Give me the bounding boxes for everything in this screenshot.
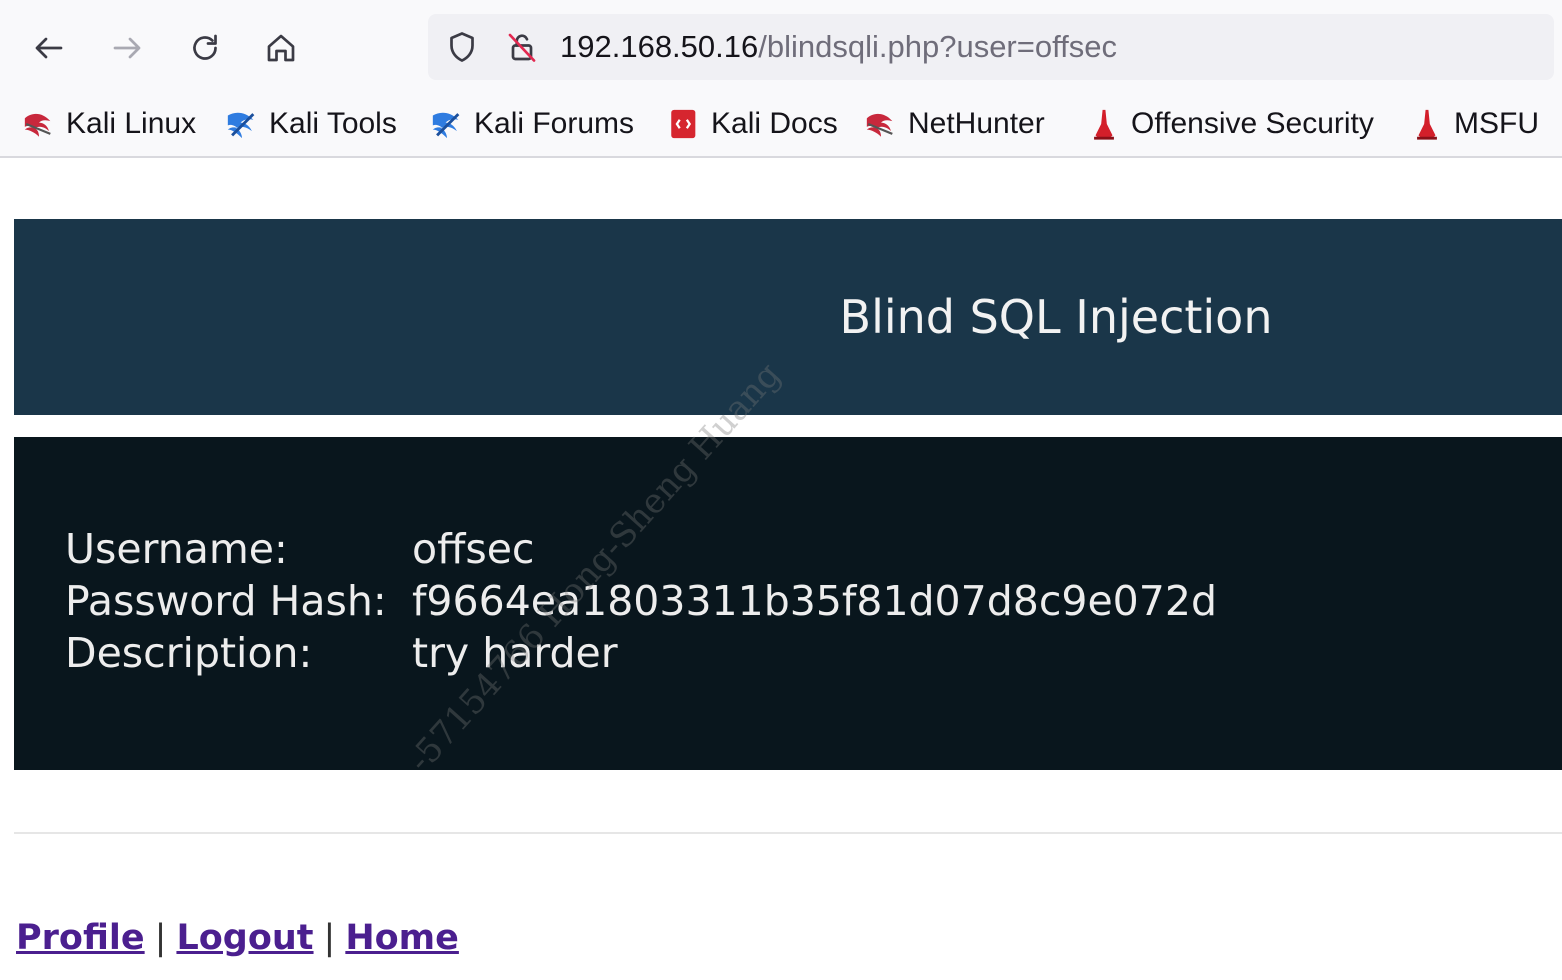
shield-icon[interactable] bbox=[444, 29, 480, 65]
url-text[interactable]: 192.168.50.16/blindsqli.php?user=offsec bbox=[560, 14, 1117, 80]
page-header-banner: Blind SQL Injection bbox=[14, 219, 1562, 415]
kali-docs-icon bbox=[671, 109, 696, 139]
url-host: 192.168.50.16 bbox=[560, 29, 759, 64]
description-value: try harder bbox=[412, 629, 618, 677]
footer-nav: Profile | Logout | Home bbox=[16, 918, 459, 970]
home-link[interactable]: Home bbox=[345, 918, 459, 958]
address-bar[interactable]: 192.168.50.16/blindsqli.php?user=offsec bbox=[428, 14, 1554, 80]
bookmark-kali-linux[interactable]: Kali Linux bbox=[22, 104, 196, 144]
bookmark-label: MSFU bbox=[1454, 107, 1539, 140]
page-title: Blind SQL Injection bbox=[839, 290, 1273, 344]
user-info-panel: Username: offsec Password Hash: f9664ea1… bbox=[14, 437, 1562, 770]
bookmark-kali-tools[interactable]: Kali Tools bbox=[225, 104, 397, 144]
insecure-lock-icon[interactable] bbox=[504, 29, 540, 65]
url-path: /blindsqli.php?user=offsec bbox=[758, 29, 1118, 64]
reload-icon bbox=[193, 34, 217, 60]
password-hash-value: f9664ea1803311b35f81d07d8c9e072d bbox=[412, 577, 1217, 625]
browser-toolbar: 192.168.50.16/blindsqli.php?user=offsec bbox=[0, 0, 1562, 90]
bookmark-label: Kali Forums bbox=[474, 107, 635, 140]
bookmark-label: Kali Docs bbox=[711, 107, 838, 140]
username-label: Username: bbox=[65, 525, 288, 573]
bookmark-msfu[interactable]: MSFU bbox=[1410, 104, 1539, 144]
bookmark-offensive-security[interactable]: Offensive Security bbox=[1087, 104, 1374, 144]
username-value: offsec bbox=[412, 525, 535, 573]
kali-tools-icon bbox=[227, 112, 255, 139]
divider bbox=[14, 832, 1562, 834]
arrow-left-icon bbox=[35, 37, 63, 59]
offsec-icon bbox=[1094, 109, 1114, 140]
bookmark-label: NetHunter bbox=[908, 107, 1045, 140]
arrow-right-icon bbox=[113, 37, 141, 59]
bookmark-label: Kali Tools bbox=[269, 107, 397, 140]
bookmark-kali-docs[interactable]: Kali Docs bbox=[667, 104, 838, 144]
logout-link[interactable]: Logout bbox=[176, 918, 313, 958]
link-separator: | bbox=[323, 918, 336, 958]
bookmark-kali-forums[interactable]: Kali Forums bbox=[430, 104, 634, 144]
bookmark-nethunter[interactable]: NetHunter bbox=[864, 104, 1045, 144]
kali-dragon-icon bbox=[24, 113, 51, 137]
profile-link[interactable]: Profile bbox=[16, 918, 145, 958]
description-label: Description: bbox=[65, 629, 313, 677]
reload-button[interactable] bbox=[180, 23, 230, 73]
kali-dragon-icon bbox=[866, 113, 893, 137]
bookmarks-toolbar: Kali Linux Kali Tools Kali Forums Kali D… bbox=[0, 90, 1562, 158]
offsec-icon bbox=[1417, 109, 1437, 140]
forward-button[interactable] bbox=[102, 23, 152, 73]
home-icon bbox=[267, 34, 295, 62]
link-separator: | bbox=[154, 918, 167, 958]
bookmark-label: Kali Linux bbox=[66, 107, 197, 140]
bookmark-label: Offensive Security bbox=[1131, 107, 1374, 140]
home-button[interactable] bbox=[256, 23, 306, 73]
password-hash-label: Password Hash: bbox=[65, 577, 387, 625]
kali-forums-icon bbox=[432, 112, 460, 139]
back-button[interactable] bbox=[24, 23, 74, 73]
